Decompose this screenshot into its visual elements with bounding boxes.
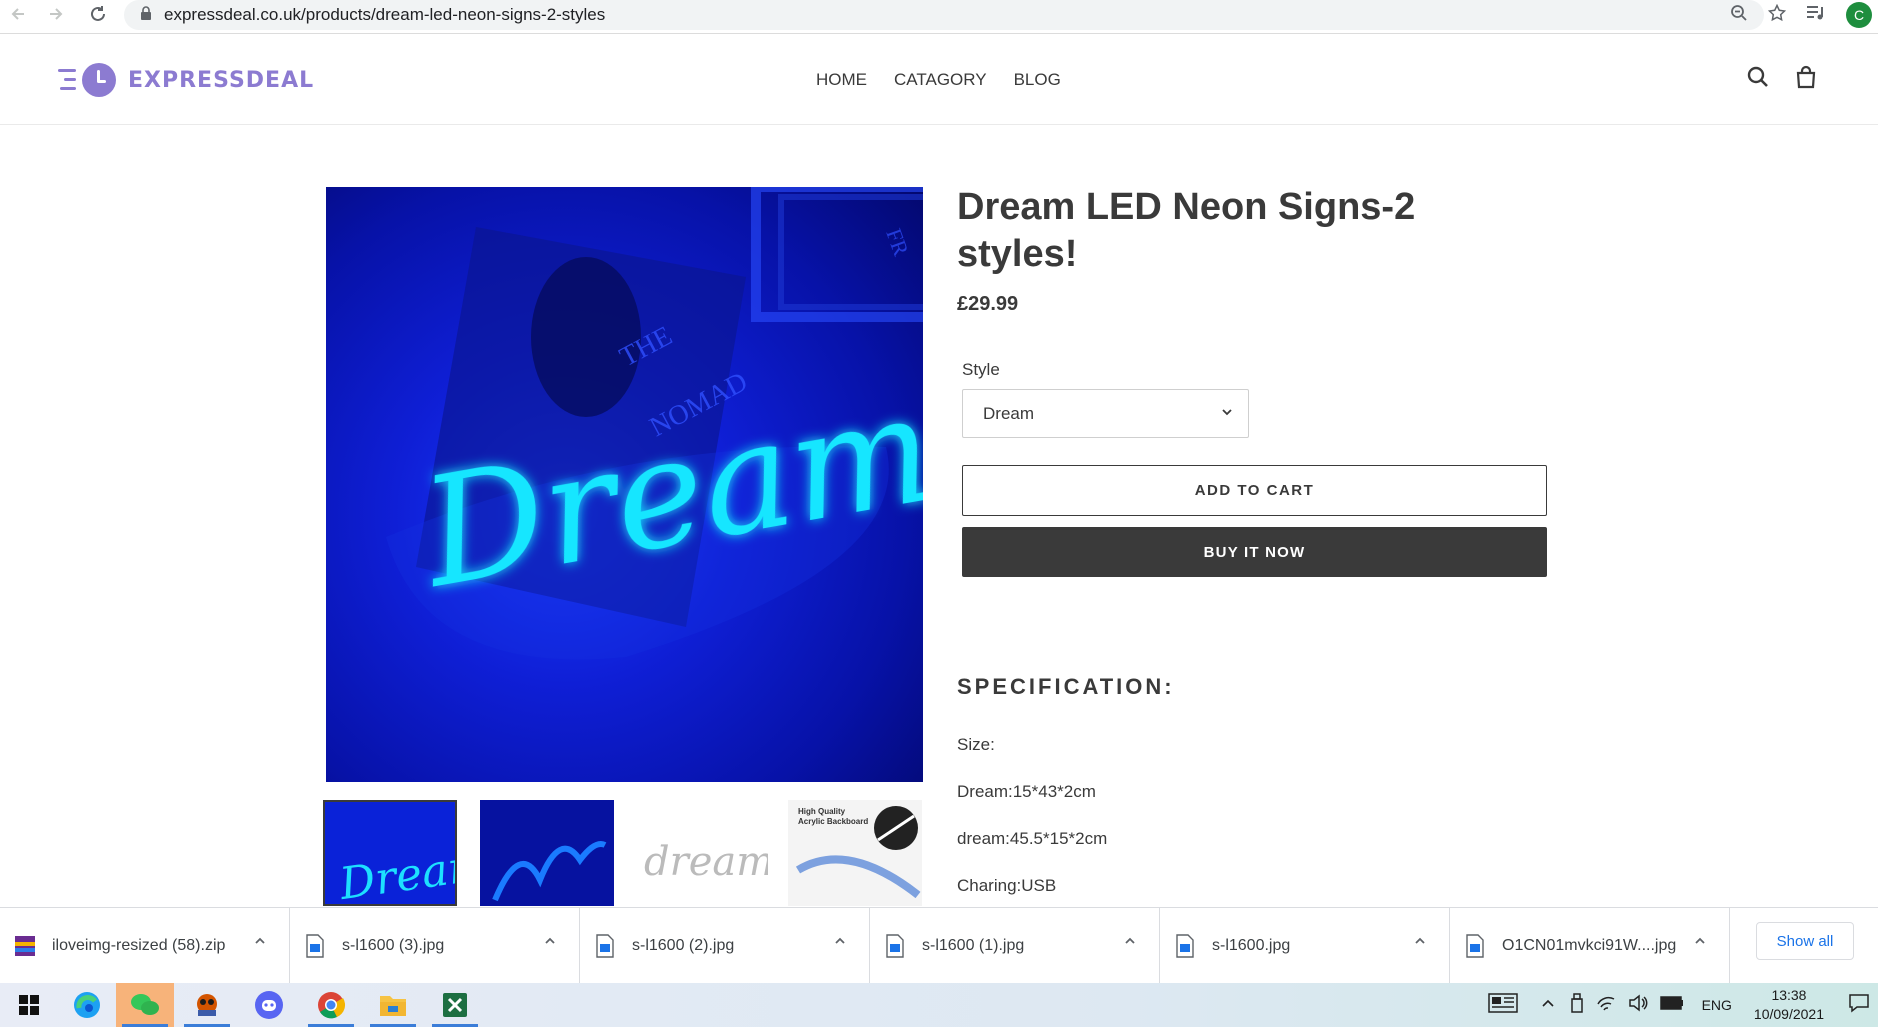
- image-file-icon: [884, 934, 906, 958]
- clock[interactable]: 13:38 10/09/2021: [1754, 986, 1824, 1024]
- chevron-up-icon[interactable]: [1413, 934, 1427, 953]
- back-icon[interactable]: [4, 0, 32, 28]
- logo-speed-lines: [58, 65, 78, 95]
- chevron-up-icon[interactable]: [833, 934, 847, 953]
- download-filename: O1CN01mvkci91W....jpg: [1502, 937, 1677, 954]
- thumbnail-2[interactable]: [480, 800, 614, 906]
- forward-icon[interactable]: [42, 0, 70, 28]
- chevron-up-icon[interactable]: [253, 934, 267, 953]
- windows-start-icon[interactable]: [0, 983, 58, 1027]
- profile-avatar[interactable]: C: [1846, 2, 1872, 28]
- address-bar[interactable]: expressdeal.co.uk/products/dream-led-neo…: [124, 0, 1872, 30]
- site-header: EXPRESSDEAL HOME CATAGORY BLOG: [0, 35, 1878, 125]
- excel-icon[interactable]: [426, 983, 484, 1027]
- main-nav: HOME CATAGORY BLOG: [816, 70, 1061, 90]
- site-logo[interactable]: EXPRESSDEAL: [58, 63, 314, 97]
- download-bar: iloveimg-resized (58).zip s-l1600 (3).jp…: [0, 907, 1878, 984]
- system-tray: ENG 13:38 10/09/2021: [1487, 983, 1878, 1027]
- url-text: expressdeal.co.uk/products/dream-led-neo…: [164, 5, 606, 24]
- nav-home[interactable]: HOME: [816, 70, 867, 90]
- image-file-icon: [1174, 934, 1196, 958]
- download-item[interactable]: iloveimg-resized (58).zip: [0, 908, 290, 984]
- browser-toolbar: expressdeal.co.uk/products/dream-led-neo…: [0, 0, 1878, 34]
- wechat-icon[interactable]: [116, 983, 174, 1027]
- frame-letters: FR: [881, 225, 914, 259]
- wifi-icon[interactable]: [1596, 994, 1616, 1017]
- image-file-icon: [304, 934, 326, 958]
- style-selected-value: Dream: [983, 403, 1035, 423]
- volume-icon[interactable]: [1628, 993, 1648, 1017]
- media-queue-icon[interactable]: [1806, 5, 1826, 26]
- chevron-up-icon[interactable]: [543, 934, 557, 953]
- image-file-icon: [594, 934, 616, 958]
- nav-blog[interactable]: BLOG: [1014, 70, 1061, 90]
- reload-icon[interactable]: [84, 0, 112, 28]
- spec-line: Charing:USB: [957, 876, 1057, 895]
- discord-icon[interactable]: [240, 983, 298, 1027]
- news-widget-icon[interactable]: [1487, 992, 1518, 1018]
- product-title: Dream LED Neon Signs-2 styles!: [957, 186, 1416, 275]
- lock-icon: [140, 5, 152, 25]
- chevron-up-icon[interactable]: [1540, 995, 1556, 1016]
- chevron-down-icon: [1220, 404, 1234, 424]
- zip-icon: [14, 934, 36, 958]
- download-item[interactable]: O1CN01mvkci91W....jpg: [1450, 908, 1730, 984]
- download-filename: s-l1600 (2).jpg: [632, 937, 735, 954]
- notification-icon[interactable]: [1848, 993, 1870, 1018]
- thumbnail-4[interactable]: High Quality Acrylic Backboard: [788, 800, 922, 906]
- show-all-button[interactable]: Show all: [1756, 922, 1854, 960]
- buy-now-button[interactable]: BUY IT NOW: [962, 527, 1547, 577]
- taskbar: ENG 13:38 10/09/2021: [0, 983, 1878, 1027]
- spec-line: dream:45.5*15*2cm: [957, 829, 1108, 848]
- thumbnail-3[interactable]: dream: [634, 800, 768, 906]
- zoom-icon[interactable]: [1730, 4, 1748, 27]
- download-item[interactable]: s-l1600.jpg: [1160, 908, 1450, 984]
- edge-icon[interactable]: [58, 983, 116, 1027]
- specification-heading: SPECIFICATION:: [957, 674, 1175, 699]
- download-filename: s-l1600 (3).jpg: [342, 937, 445, 954]
- style-label: Style: [962, 360, 1000, 379]
- product-price: £29.99: [957, 293, 1019, 315]
- battery-icon[interactable]: [1659, 995, 1684, 1015]
- chevron-up-icon[interactable]: [1693, 934, 1707, 953]
- image-file-icon: [1464, 934, 1486, 958]
- download-item[interactable]: s-l1600 (2).jpg: [580, 908, 870, 984]
- chevron-up-icon[interactable]: [1123, 934, 1137, 953]
- download-filename: iloveimg-resized (58).zip: [52, 937, 226, 954]
- nav-catagory[interactable]: CATAGORY: [894, 70, 987, 90]
- thumb4-caption-1: High Quality: [798, 807, 846, 816]
- cart-icon[interactable]: [1794, 65, 1818, 94]
- bookmark-star-icon[interactable]: [1767, 3, 1787, 27]
- style-select[interactable]: Dream: [962, 389, 1249, 438]
- thumbnail-1[interactable]: Dream: [323, 800, 457, 906]
- download-filename: s-l1600 (1).jpg: [922, 937, 1025, 954]
- clock-time: 13:38: [1771, 987, 1807, 1003]
- download-item[interactable]: s-l1600 (1).jpg: [870, 908, 1160, 984]
- language-indicator[interactable]: ENG: [1702, 997, 1732, 1013]
- spec-line: Dream:15*43*2cm: [957, 782, 1096, 801]
- file-explorer-icon[interactable]: [364, 983, 422, 1027]
- download-item[interactable]: s-l1600 (3).jpg: [290, 908, 580, 984]
- clock-date: 10/09/2021: [1753, 1006, 1824, 1022]
- search-icon[interactable]: [1746, 65, 1770, 94]
- thumb4-caption-2: Acrylic Backboard: [798, 817, 868, 826]
- product-main-image[interactable]: THE NOMAD FR Dream: [326, 187, 923, 782]
- usb-device-icon[interactable]: [1570, 992, 1584, 1018]
- download-filename: s-l1600.jpg: [1212, 937, 1291, 954]
- game-app-icon[interactable]: [178, 983, 236, 1027]
- thumb3-sign: dream: [644, 839, 768, 885]
- logo-text: EXPRESSDEAL: [128, 67, 315, 93]
- spec-line: Size:: [957, 735, 995, 754]
- add-to-cart-button[interactable]: ADD TO CART: [962, 465, 1547, 516]
- chrome-icon[interactable]: [302, 983, 360, 1027]
- clock-icon: [82, 63, 116, 97]
